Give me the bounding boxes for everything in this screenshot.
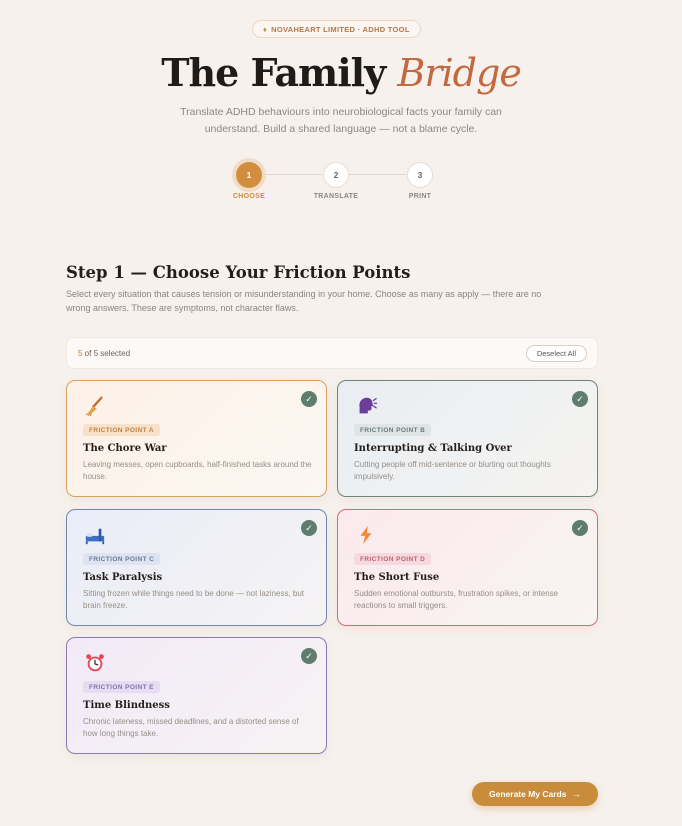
card-title: Interrupting & Talking Over — [354, 443, 512, 454]
page-title: The Family Bridge — [0, 50, 682, 95]
check-icon: ✓ — [572, 391, 588, 407]
bed-icon — [85, 528, 105, 545]
card-tag: FRICTION POINT E — [83, 681, 160, 693]
step-3-label: PRINT — [408, 193, 432, 200]
card-title: The Chore War — [83, 443, 167, 454]
lightning-icon — [360, 525, 372, 545]
card-description: Sitting frozen while things need to be d… — [83, 589, 305, 610]
card-description: Sudden emotional outbursts, frustration … — [354, 589, 559, 610]
step-connector — [262, 174, 322, 175]
step-1-dot[interactable]: 1 — [236, 162, 262, 188]
step-2-dot[interactable]: 2 — [323, 162, 349, 188]
friction-card-time-blindness[interactable]: FRICTION POINT E Time Blindness Chronic … — [66, 637, 327, 754]
diamond-icon: ♦ — [263, 24, 268, 34]
generate-cards-label: Generate My Cards — [489, 789, 567, 799]
card-tag: FRICTION POINT D — [354, 553, 432, 565]
card-tag: FRICTION POINT A — [83, 424, 161, 436]
alarm-clock-icon — [86, 654, 104, 672]
generate-cards-button[interactable]: Generate My Cards → — [472, 782, 598, 806]
check-icon: ✓ — [301, 391, 317, 407]
step-1-label: CHOOSE — [232, 193, 266, 200]
stepper: 1 CHOOSE 2 TRANSLATE 3 PRINT — [0, 162, 682, 206]
step-connector — [349, 174, 406, 175]
card-description: Chronic lateness, missed deadlines, and … — [83, 717, 299, 738]
arrow-right-icon: → — [572, 789, 581, 799]
card-title: The Short Fuse — [354, 572, 440, 583]
page-subtitle: Translate ADHD behaviours into neurobiol… — [180, 106, 502, 135]
title-main: The Family — [161, 50, 386, 95]
step-3-dot[interactable]: 3 — [407, 162, 433, 188]
card-tag: FRICTION POINT B — [354, 424, 432, 436]
check-icon: ✓ — [572, 520, 588, 536]
card-title: Time Blindness — [83, 700, 170, 711]
card-title: Task Paralysis — [83, 572, 163, 583]
check-icon: ✓ — [301, 648, 317, 664]
broom-icon — [85, 396, 103, 417]
friction-card-short-fuse[interactable]: FRICTION POINT D The Short Fuse Sudden e… — [337, 509, 598, 626]
selection-bar: 5 of 5 selected Deselect All — [66, 337, 598, 369]
friction-card-chore-war[interactable]: FRICTION POINT A The Chore War Leaving m… — [66, 380, 327, 497]
selection-count: 5 of 5 selected — [78, 349, 131, 358]
card-description: Cutting people off mid-sentence or blurt… — [354, 460, 551, 481]
section-description: Select every situation that causes tensi… — [66, 289, 542, 313]
check-icon: ✓ — [301, 520, 317, 536]
title-accent: Bridge — [397, 51, 521, 95]
friction-card-task-paralysis[interactable]: FRICTION POINT C Task Paralysis Sitting … — [66, 509, 327, 626]
card-tag: FRICTION POINT C — [83, 553, 161, 565]
badge-text: NOVAHEART LIMITED · ADHD TOOL — [271, 24, 410, 34]
brand-badge: ♦ NOVAHEART LIMITED · ADHD TOOL — [252, 20, 421, 38]
card-description: Leaving messes, open cupboards, half-fin… — [83, 460, 312, 481]
friction-card-interrupting[interactable]: FRICTION POINT B Interrupting & Talking … — [337, 380, 598, 497]
deselect-all-button[interactable]: Deselect All — [525, 345, 587, 362]
section-title: Step 1 — Choose Your Friction Points — [66, 263, 411, 282]
step-2-label: TRANSLATE — [313, 193, 359, 200]
speaking-head-icon — [359, 397, 377, 414]
